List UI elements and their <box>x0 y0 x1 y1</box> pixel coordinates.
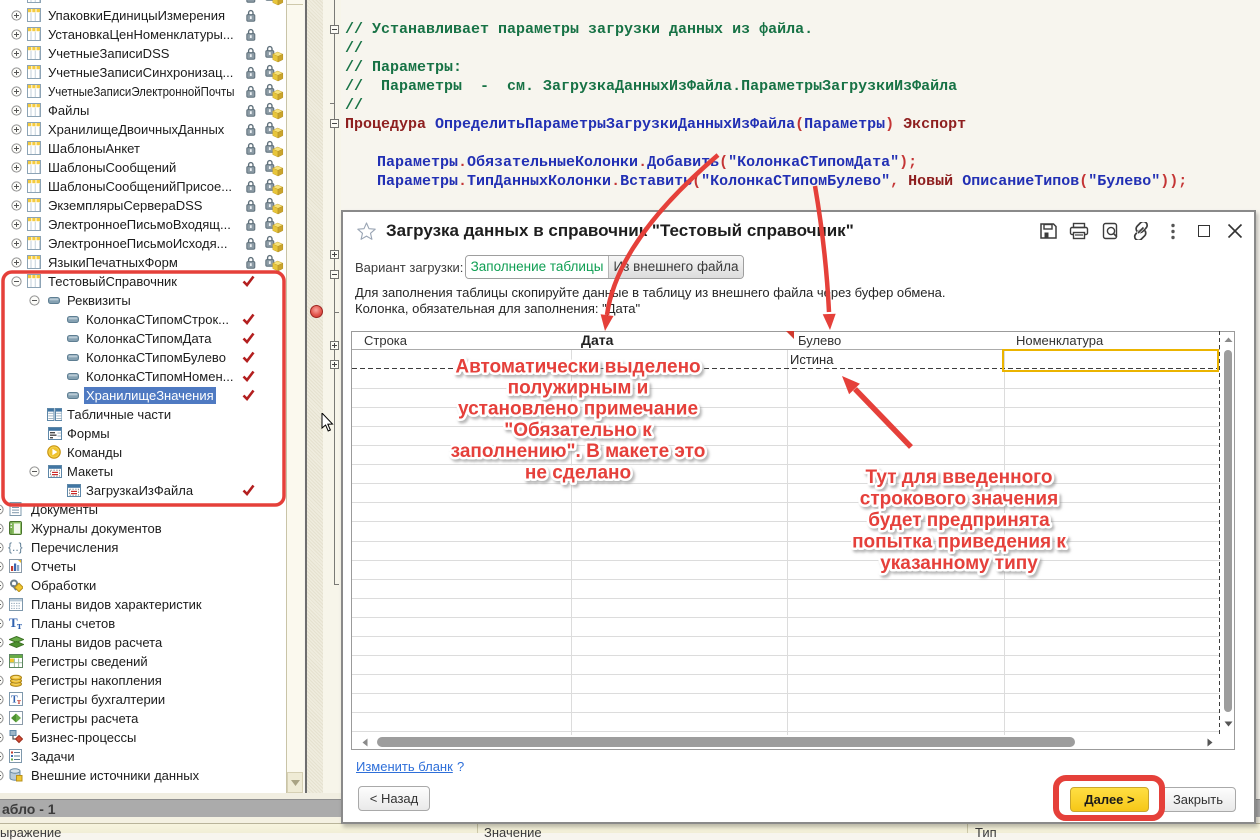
svg-text:т: т <box>17 621 22 630</box>
svg-text:{..}: {..} <box>8 540 23 554</box>
svg-text:т: т <box>17 697 21 706</box>
